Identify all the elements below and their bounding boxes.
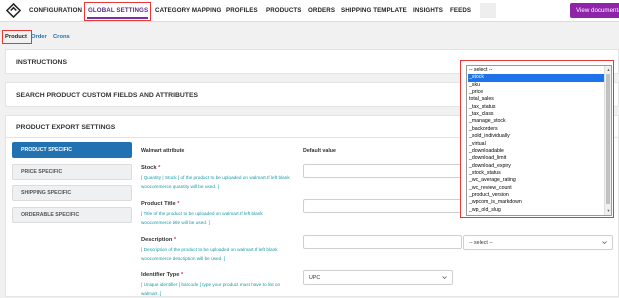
dropdown-option[interactable]: _tax_status [468, 104, 604, 111]
instructions-title[interactable]: INSTRUCTIONS [16, 59, 67, 66]
dropdown-option[interactable]: _stock [468, 74, 604, 82]
dropdown-option[interactable]: _download_expiry [468, 163, 604, 170]
avatar[interactable] [480, 3, 496, 18]
dropdown-option[interactable]: -- select -- [468, 67, 604, 74]
sidebar-product-specific[interactable]: PRODUCT SPECIFIC [12, 142, 132, 158]
dropdown-option[interactable]: _download_limit [468, 155, 604, 162]
active-tab-underline [87, 17, 148, 19]
scroll-down-icon[interactable]: ▼ [606, 208, 611, 213]
nav-category-mapping[interactable]: CATEGORY MAPPING [155, 7, 221, 14]
title-default-input[interactable] [303, 199, 462, 213]
nav-shipping-template[interactable]: SHIPPING TEMPLATE [341, 7, 407, 14]
top-navigation: CONFIGURATION GLOBAL SETTINGS CATEGORY M… [0, 0, 619, 22]
tab-crons[interactable]: Crons [53, 34, 70, 40]
dropdown-option[interactable]: _downloadable [468, 148, 604, 155]
logo-icon [6, 3, 21, 18]
select-value: -- select -- [469, 240, 493, 246]
dropdown-option[interactable]: total_sales [468, 96, 604, 103]
scrollbar-thumb[interactable] [606, 74, 610, 204]
identifier-type-select[interactable]: UPC [303, 270, 453, 285]
nav-orders[interactable]: ORDERS [308, 7, 335, 14]
field-desc-stock: [ Quantity | Stock ] of the product to b… [141, 175, 290, 189]
field-label-product-title: Product Title * [141, 201, 180, 207]
dropdown-option[interactable]: _price [468, 89, 604, 96]
field-desc-product-title: [ Title of the product to be uploaded on… [141, 211, 263, 225]
nav-profiles[interactable]: PROFILES [226, 7, 258, 14]
nav-configuration[interactable]: CONFIGURATION [29, 7, 82, 14]
select-value: UPC [309, 275, 321, 281]
field-label-stock: Stock * [141, 165, 161, 171]
dropdown-option[interactable]: _stock_status [468, 170, 604, 177]
scroll-up-icon[interactable]: ▲ [606, 67, 611, 72]
description-default-input[interactable] [303, 235, 462, 249]
view-documentation-button[interactable]: View documentation [570, 3, 619, 18]
sidebar-price-specific[interactable]: PRICE SPECIFIC [12, 164, 132, 180]
dropdown-option[interactable]: _wpcom_is_markdown [468, 199, 604, 206]
chevron-down-icon [602, 241, 607, 245]
attribute-dropdown-list[interactable]: ▲ ▼ -- select -- _stock _sku _price total_sa… [466, 65, 612, 216]
column-default-value: Default value [303, 148, 336, 154]
sidebar-shipping-specific[interactable]: SHIPPING SPECIFIC [12, 185, 132, 201]
nav-feeds[interactable]: FEEDS [450, 7, 471, 14]
field-label-identifier-type: Identifier Type * [141, 272, 184, 278]
dropdown-option[interactable]: _backorders [468, 126, 604, 133]
field-desc-description: [ Description of the product to be uploa… [141, 247, 278, 261]
dropdown-option[interactable]: _virtual [468, 141, 604, 148]
dropdown-option[interactable]: _wc_average_rating [468, 177, 604, 184]
nav-products[interactable]: PRODUCTS [266, 7, 302, 14]
dropdown-option[interactable]: _wp_old_slug [468, 207, 604, 214]
dropdown-option[interactable]: _manage_stock [468, 118, 604, 125]
nav-insights[interactable]: INSIGHTS [413, 7, 443, 14]
dropdown-option[interactable]: _tax_class [468, 111, 604, 118]
tab-product[interactable]: Product [5, 34, 27, 40]
tab-order[interactable]: Order [31, 34, 47, 40]
dropdown-option[interactable]: _product_version [468, 192, 604, 199]
export-settings-title: PRODUCT EXPORT SETTINGS [16, 124, 116, 131]
dropdown-option[interactable]: _sku [468, 82, 604, 89]
description-map-select[interactable]: -- select -- [463, 235, 613, 250]
sidebar-orderable-specific[interactable]: ORDERABLE SPECIFIC [12, 207, 132, 223]
column-walmart-attribute: Walmart attribute [141, 148, 185, 154]
field-desc-identifier-type: [ Unique identifier [ barcode ] type you… [141, 282, 281, 296]
field-label-description: Description * [141, 237, 177, 243]
scrollbar[interactable]: ▲ ▼ [604, 66, 611, 215]
chevron-down-icon [442, 276, 447, 280]
dropdown-option[interactable]: _wc_review_count [468, 185, 604, 192]
stock-default-input[interactable] [303, 164, 462, 178]
search-title[interactable]: SEARCH PRODUCT CUSTOM FIELDS AND ATTRIBU… [16, 92, 198, 99]
dropdown-option[interactable]: _sold_individually [468, 133, 604, 140]
